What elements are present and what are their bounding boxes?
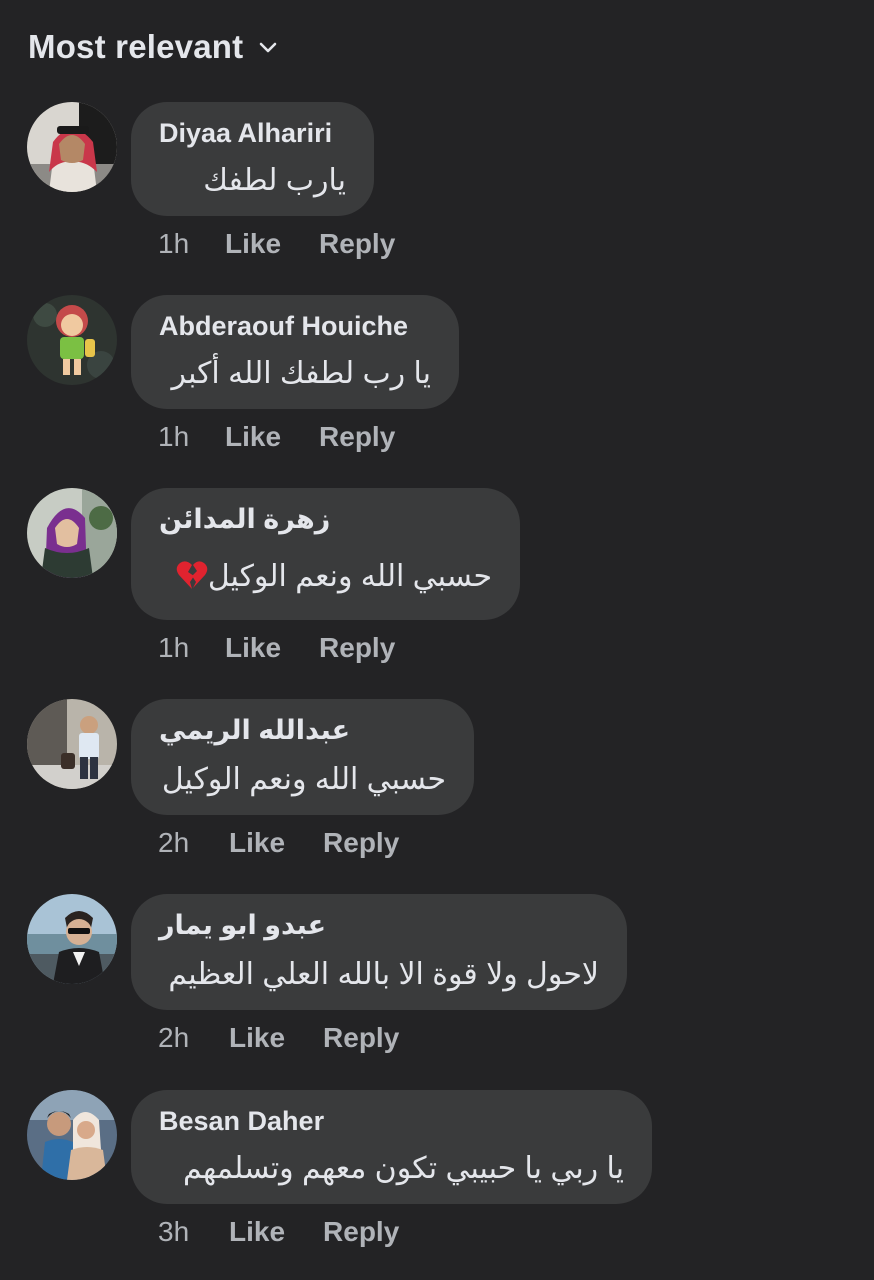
reply-button[interactable]: Reply xyxy=(319,632,395,664)
comment-time[interactable]: 2h xyxy=(158,827,220,859)
comment-text: حسبي الله ونعم الوكيل xyxy=(159,559,492,594)
comment-author[interactable]: Abderaouf Houiche xyxy=(159,311,431,342)
reply-button[interactable]: Reply xyxy=(319,421,395,453)
comment-author[interactable]: زهرة المدائن xyxy=(159,504,492,535)
comment-author[interactable]: عبدالله الريمي xyxy=(159,715,446,746)
comment-actions: 2h Like Reply xyxy=(158,827,399,859)
comment-bubble: Besan Daher يا ربي يا حبيبي تكون معهم وت… xyxy=(131,1090,652,1204)
comment-author[interactable]: Besan Daher xyxy=(159,1106,624,1137)
avatar[interactable] xyxy=(27,699,117,789)
comment-text: لاحول ولا قوة الا بالله العلي العظيم xyxy=(168,958,599,991)
reply-button[interactable]: Reply xyxy=(323,1022,399,1054)
reply-button[interactable]: Reply xyxy=(323,1216,399,1248)
comment-time[interactable]: 1h xyxy=(158,632,216,664)
comment-text: يا رب لطفك الله أكبر xyxy=(171,357,431,390)
comment-author[interactable]: Diyaa Alhariri xyxy=(159,118,346,149)
avatar[interactable] xyxy=(27,1090,117,1180)
comment-text: يارب لطفك xyxy=(203,164,346,197)
comment-bubble: Abderaouf Houiche يا رب لطفك الله أكبر xyxy=(131,295,459,409)
avatar[interactable] xyxy=(27,295,117,385)
comment-text: حسبي الله ونعم الوكيل xyxy=(161,763,446,796)
comment-time[interactable]: 3h xyxy=(158,1216,220,1248)
like-button[interactable]: Like xyxy=(225,228,281,260)
avatar[interactable] xyxy=(27,102,117,192)
like-button[interactable]: Like xyxy=(229,1022,285,1054)
comment-actions: 1h Like Reply xyxy=(158,632,395,664)
comment-actions: 3h Like Reply xyxy=(158,1216,399,1248)
comment-bubble: عبدو ابو يمار لاحول ولا قوة الا بالله ال… xyxy=(131,894,627,1010)
like-button[interactable]: Like xyxy=(225,421,281,453)
comment-bubble: عبدالله الريمي حسبي الله ونعم الوكيل xyxy=(131,699,474,815)
comment-text-content: حسبي الله ونعم الوكيل xyxy=(207,560,492,593)
comment-actions: 1h Like Reply xyxy=(158,421,395,453)
chevron-down-icon xyxy=(260,42,277,53)
comment-text: يا ربي يا حبيبي تكون معهم وتسلمهم xyxy=(183,1152,624,1185)
comment-author[interactable]: عبدو ابو يمار xyxy=(159,910,599,941)
avatar[interactable] xyxy=(27,894,117,984)
reply-button[interactable]: Reply xyxy=(323,827,399,859)
comment-bubble: Diyaa Alhariri يارب لطفك xyxy=(131,102,374,216)
avatar[interactable] xyxy=(27,488,117,578)
broken-heart-icon xyxy=(176,561,208,589)
comments-panel: Most relevant Diyaa Alhariri يارب لطفك 1… xyxy=(0,0,874,1280)
comment-time[interactable]: 2h xyxy=(158,1022,220,1054)
reply-button[interactable]: Reply xyxy=(319,228,395,260)
sort-label: Most relevant xyxy=(28,28,244,65)
like-button[interactable]: Like xyxy=(229,827,285,859)
comment-actions: 1h Like Reply xyxy=(158,228,395,260)
sort-dropdown[interactable]: Most relevant xyxy=(28,28,279,66)
comment-actions: 2h Like Reply xyxy=(158,1022,399,1054)
comment-time[interactable]: 1h xyxy=(158,228,216,260)
comment-time[interactable]: 1h xyxy=(158,421,216,453)
like-button[interactable]: Like xyxy=(229,1216,285,1248)
comment-bubble: زهرة المدائن حسبي الله ونعم الوكيل xyxy=(131,488,520,620)
like-button[interactable]: Like xyxy=(225,632,281,664)
